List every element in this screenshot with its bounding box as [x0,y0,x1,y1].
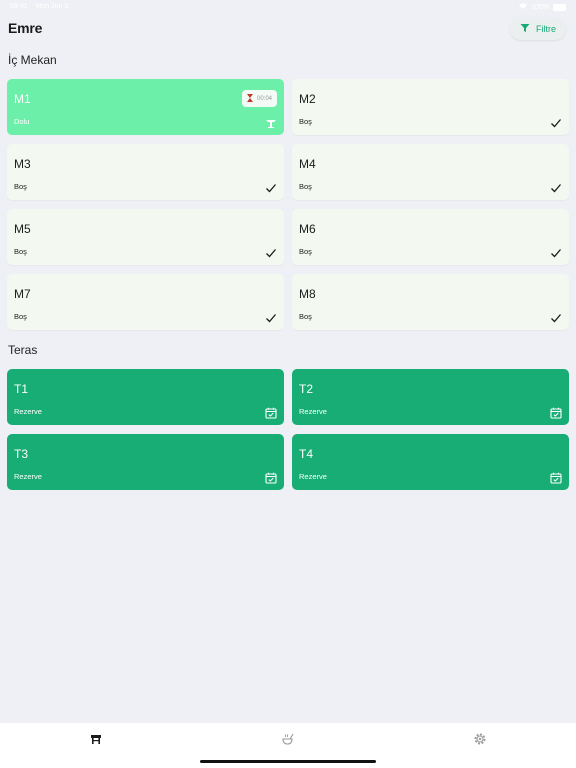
table-card-m3[interactable]: M3 Boş [7,144,284,200]
table-name: T3 [14,447,29,461]
table-name: T4 [299,447,314,461]
calendar-check-icon [265,406,277,419]
wifi-icon [519,3,528,11]
battery-icon [553,3,566,11]
checkmark-icon [550,246,562,258]
table-card-t4[interactable]: T4 Rezerve [292,434,569,490]
terrace-table-grid: T1 Rezerve T2 Rezerve T3 Rezerve T4 Reze… [7,369,569,490]
table-status: Boş [299,117,312,126]
occupancy-timer: 00:04 [241,90,277,107]
table-card-m4[interactable]: M4 Boş [292,144,569,200]
indoor-table-grid: M1 00:04 Dolu M2 Boş M3 Boş M4 Boş M5 Bo… [7,79,569,330]
settings-icon [473,733,487,750]
status-time: 09:41 [10,3,28,10]
table-name: M3 [14,157,31,171]
battery-percent: 100% [531,3,549,11]
table-status: Boş [14,312,27,321]
table-icon [89,733,103,750]
table-name: M7 [14,287,31,301]
calendar-check-icon [265,471,277,484]
table-card-m2[interactable]: M2 Boş [292,79,569,135]
table-card-m7[interactable]: M7 Boş [7,274,284,330]
table-card-m5[interactable]: M5 Boş [7,209,284,265]
dining-table-icon [265,116,277,128]
table-name: M4 [299,157,316,171]
tab-kitchen[interactable] [281,732,295,746]
tab-tables[interactable] [89,732,103,746]
checkmark-icon [550,311,562,323]
checkmark-icon [265,311,277,323]
table-status: Rezerve [14,407,42,416]
checkmark-icon [265,181,277,193]
table-status: Boş [14,182,27,191]
kitchen-icon [281,733,295,750]
page-title: Emre [8,20,43,36]
table-status: Boş [299,182,312,191]
table-name: M8 [299,287,316,301]
hourglass-icon [246,93,253,104]
table-status: Boş [299,312,312,321]
table-name: M2 [299,92,316,106]
table-status: Rezerve [299,407,327,416]
table-name: M6 [299,222,316,236]
home-indicator [200,760,376,763]
section-title-indoor: İç Mekan [8,53,57,67]
table-name: T1 [14,382,29,396]
table-name: M1 [14,92,31,106]
checkmark-icon [265,246,277,258]
checkmark-icon [550,181,562,193]
table-name: M5 [14,222,31,236]
table-status: Rezerve [299,472,327,481]
tab-settings[interactable] [473,732,487,746]
table-name: T2 [299,382,314,396]
filter-label: Filtre [536,24,556,34]
table-card-m8[interactable]: M8 Boş [292,274,569,330]
table-card-m6[interactable]: M6 Boş [292,209,569,265]
status-bar: 09:41 Mon Jun 3 100% [0,0,576,14]
table-status: Boş [299,247,312,256]
table-status: Boş [14,247,27,256]
table-card-t2[interactable]: T2 Rezerve [292,369,569,425]
table-status: Dolu [14,117,30,126]
section-title-terrace: Teras [8,343,38,357]
table-card-t3[interactable]: T3 Rezerve [7,434,284,490]
calendar-check-icon [550,406,562,419]
timer-value: 00:04 [256,95,272,102]
status-date: Mon Jun 3 [35,3,69,10]
calendar-check-icon [550,471,562,484]
table-card-t1[interactable]: T1 Rezerve [7,369,284,425]
filter-button[interactable]: Filtre [510,18,566,40]
table-card-m1[interactable]: M1 00:04 Dolu [7,79,284,135]
filter-icon [520,23,530,35]
checkmark-icon [550,116,562,128]
table-status: Rezerve [14,472,42,481]
